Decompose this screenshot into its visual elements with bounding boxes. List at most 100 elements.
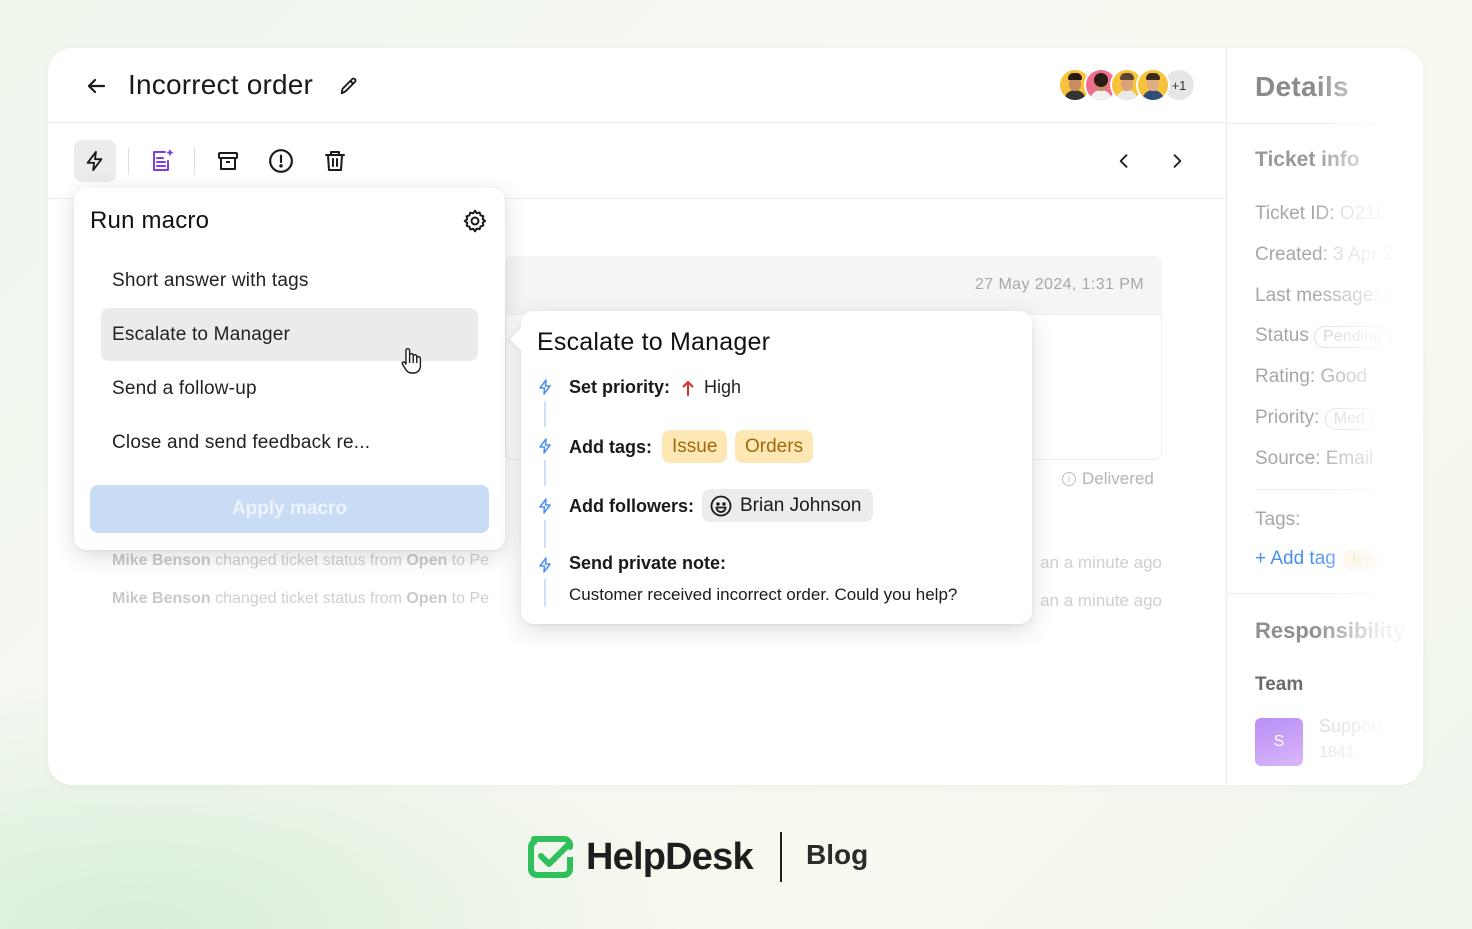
log-actor: Mike Benson — [112, 552, 211, 569]
last-message-label: Last message: — [1255, 285, 1384, 306]
bolt-icon — [86, 150, 103, 172]
brand-footer: HelpDesk Blog — [528, 832, 868, 882]
chevron-left-icon — [1119, 154, 1128, 168]
log-text: to Pe — [447, 590, 490, 607]
last-message-row: Last message: 1 — [1255, 285, 1394, 307]
tag-chip: fee — [1343, 550, 1383, 570]
priority-row: Priority: Med — [1255, 407, 1374, 430]
step-connector — [544, 460, 546, 486]
pencil-icon[interactable] — [338, 75, 360, 97]
ticket-id-label: Ticket ID: — [1255, 203, 1340, 224]
status-row: Status Pending — [1255, 325, 1391, 348]
brand-name: HelpDesk — [586, 835, 754, 878]
toolbar-divider — [128, 148, 129, 174]
ticket-info-heading[interactable]: Ticket info — [1255, 148, 1360, 172]
delete-button[interactable] — [314, 140, 356, 182]
delivery-status-label: Delivered — [1082, 469, 1154, 488]
next-ticket-button[interactable] — [1156, 140, 1198, 182]
follower-chip: Brian Johnson — [702, 489, 874, 522]
priority-label: Priority: — [1255, 407, 1320, 428]
log-text: to Pe — [447, 552, 490, 569]
mark-spam-button[interactable] — [260, 140, 302, 182]
message-date: 27 May 2024, 1:31 PM — [975, 276, 1144, 293]
status-badge[interactable]: Pending — [1314, 326, 1391, 348]
details-panel: Details Ticket info Ticket ID: O21L Crea… — [1226, 48, 1423, 785]
log-time: an a minute ago — [1040, 591, 1162, 610]
tags-label: Tags: — [1255, 509, 1301, 530]
helpdesk-logo-icon — [528, 836, 573, 878]
avatar — [1136, 68, 1170, 102]
follower-name: Brian Johnson — [740, 494, 862, 516]
gear-icon[interactable] — [462, 208, 488, 234]
rating-row: Rating: Good — [1255, 366, 1367, 387]
brand-divider — [780, 832, 782, 882]
priority-text: High — [704, 377, 742, 397]
brand-section: Blog — [806, 839, 869, 870]
arrow-up-icon — [682, 380, 694, 396]
set-priority-label: Set priority: — [569, 377, 671, 397]
team-name: Support — [1319, 716, 1383, 736]
previous-ticket-button[interactable] — [1103, 140, 1145, 182]
responsibility-heading[interactable]: Responsibility — [1255, 618, 1405, 644]
created-row: Created: 3 Apr 2 — [1255, 244, 1393, 266]
alert-octagon-icon — [269, 149, 293, 173]
add-tags-label: Add tags: — [569, 437, 652, 457]
private-note-text: Customer received incorrect order. Could… — [569, 585, 958, 604]
divider — [1255, 489, 1423, 490]
log-status: Open — [406, 590, 448, 607]
step-connector — [544, 579, 546, 607]
preview-title: Escalate to Manager — [537, 328, 771, 356]
add-followers-label: Add followers: — [569, 496, 694, 516]
last-message-value: 1 — [1383, 285, 1395, 306]
step-connector — [544, 520, 546, 548]
team-sub: 1841 — [1319, 744, 1355, 761]
bolt-icon — [539, 379, 551, 395]
notes-sparkle-icon — [153, 149, 174, 171]
run-macro-button[interactable] — [74, 140, 116, 182]
bolt-icon — [539, 557, 551, 573]
archive-icon — [218, 152, 238, 170]
toolbar-divider — [194, 148, 195, 174]
details-title: Details — [1255, 71, 1349, 102]
created-value: 3 Apr 2 — [1333, 244, 1394, 265]
macro-item[interactable]: Short answer with tags — [101, 254, 478, 307]
log-text: changed ticket status from — [210, 590, 407, 607]
tag-chip: Orders — [735, 430, 814, 463]
participants-avatars[interactable]: +1 — [1058, 68, 1196, 102]
back-arrow-icon[interactable] — [84, 74, 108, 98]
macro-item[interactable]: Close and send feedback re... — [101, 416, 478, 469]
tag-chip: Issue — [662, 430, 728, 463]
ticket-id-row: Ticket ID: O21L — [1255, 203, 1386, 225]
add-tag-label[interactable]: + Add tag — [1255, 548, 1336, 569]
chevron-right-icon — [1173, 154, 1182, 168]
divider — [1227, 123, 1423, 124]
divider — [1227, 593, 1423, 594]
team-avatar: S — [1255, 718, 1303, 766]
page-title: Incorrect order — [128, 69, 314, 100]
bolt-icon — [539, 438, 551, 454]
archive-button[interactable] — [207, 140, 249, 182]
log-status: Open — [406, 552, 448, 569]
log-actor: Mike Benson — [112, 590, 211, 607]
step-connector — [544, 401, 546, 427]
private-note-label: Send private note: — [569, 553, 727, 573]
macro-preview-popover: Escalate to Manager Set priority: High A… — [509, 311, 1032, 624]
source-row: Source: Email — [1255, 448, 1374, 469]
smiley-icon — [710, 495, 732, 516]
ai-notes-button[interactable] — [141, 140, 183, 182]
info-icon: i — [1062, 472, 1076, 486]
hand-cursor-icon — [401, 348, 422, 374]
add-tag-link[interactable]: + Add tag fee — [1255, 548, 1383, 570]
priority-value: High — [681, 377, 741, 398]
priority-badge[interactable]: Med — [1324, 408, 1374, 430]
macro-title: Run macro — [90, 207, 210, 234]
activity-log-line: Mike Benson changed ticket status from O… — [112, 552, 489, 570]
delivery-status: i Delivered — [1062, 469, 1154, 489]
apply-macro-button[interactable]: Apply macro — [90, 485, 489, 533]
created-label: Created: — [1255, 244, 1334, 265]
activity-log-line: Mike Benson changed ticket status from O… — [112, 590, 489, 608]
status-label: Status — [1255, 325, 1309, 346]
ticket-header: Incorrect order +1 — [48, 48, 1226, 123]
team-label: Team — [1255, 674, 1304, 695]
log-text: changed ticket status from — [210, 552, 407, 569]
